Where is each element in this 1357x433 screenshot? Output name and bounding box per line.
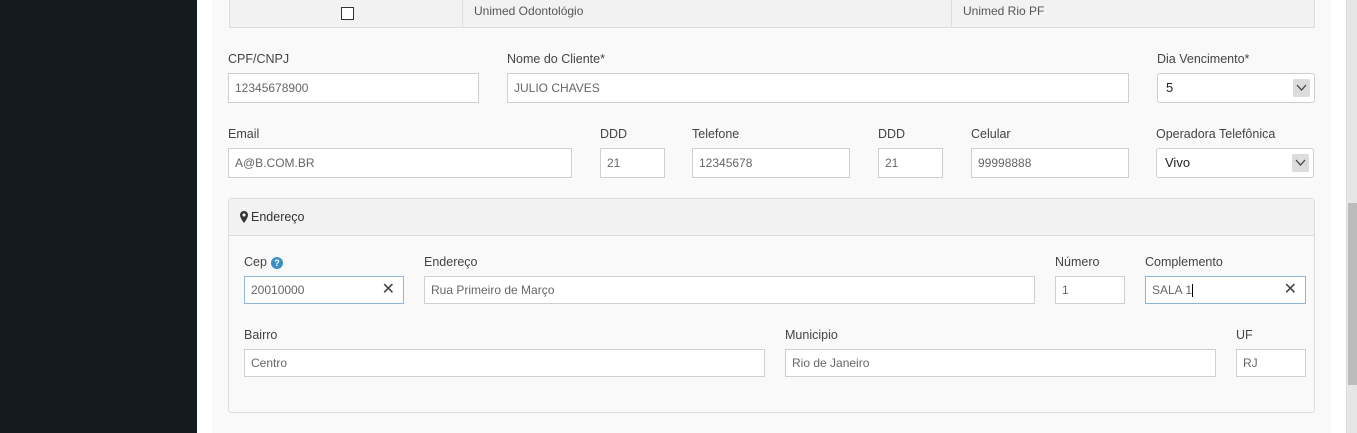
- cpf-value: 12345678900: [235, 81, 309, 95]
- chevron-down-icon: [1293, 79, 1310, 97]
- endereco-panel-header: Endereço: [229, 199, 1314, 236]
- plan-table-row: Unimed Odontológio Unimed Rio PF: [229, 0, 1315, 28]
- operadora-label: Operadora Telefônica: [1156, 127, 1276, 141]
- cep-label-text: Cep: [244, 255, 267, 269]
- operadora-value: Vivo: [1165, 155, 1191, 170]
- uf-input[interactable]: RJ: [1236, 349, 1306, 377]
- ddd-telefone-label: DDD: [600, 127, 628, 141]
- ddd-celular-value: 21: [885, 156, 899, 170]
- numero-label: Número: [1055, 255, 1100, 269]
- complemento-input[interactable]: SALA 1 ✕: [1145, 276, 1306, 304]
- vertical-scrollbar[interactable]: [1346, 0, 1357, 433]
- bairro-input[interactable]: Centro: [244, 349, 765, 377]
- complemento-label: Complemento: [1145, 255, 1223, 269]
- dia-vencimento-label: Dia Vencimento*: [1157, 52, 1250, 66]
- cep-label: Cep?: [244, 255, 283, 269]
- endereco-panel-title: Endereço: [251, 210, 305, 224]
- email-input[interactable]: A@B.COM.BR: [228, 148, 572, 178]
- scrollbar-thumb[interactable]: [1348, 203, 1357, 385]
- plan-name-cell: Unimed Odontológio: [474, 4, 584, 18]
- nome-cliente-value: JULIO CHAVES: [514, 81, 600, 95]
- ddd-celular-label: DDD: [878, 127, 906, 141]
- celular-label: Celular: [971, 127, 1011, 141]
- nome-cliente-input[interactable]: JULIO CHAVES: [507, 73, 1129, 103]
- close-icon[interactable]: ✕: [382, 277, 395, 303]
- left-gutter: [197, 0, 212, 433]
- plan-type-cell: Unimed Rio PF: [963, 4, 1045, 18]
- telefone-value: 12345678: [699, 156, 753, 170]
- email-label: Email: [228, 127, 260, 141]
- telefone-input[interactable]: 12345678: [692, 148, 850, 178]
- dia-vencimento-select[interactable]: 5: [1157, 73, 1315, 103]
- bairro-value: Centro: [251, 356, 288, 370]
- cpf-label: CPF/CNPJ: [228, 52, 290, 66]
- chevron-down-icon: [1292, 154, 1309, 172]
- numero-input[interactable]: 1: [1055, 276, 1125, 304]
- ddd-telefone-value: 21: [607, 156, 621, 170]
- endereco-label: Endereço: [424, 255, 478, 269]
- question-circle-icon[interactable]: ?: [270, 257, 283, 269]
- celular-input[interactable]: 99998888: [971, 148, 1129, 178]
- telefone-label: Telefone: [692, 127, 740, 141]
- dia-vencimento-value: 5: [1166, 80, 1174, 95]
- select-checkbox[interactable]: [341, 7, 354, 20]
- endereco-input[interactable]: Rua Primeiro de Março: [424, 276, 1035, 304]
- column-divider: [951, 0, 952, 27]
- email-value: A@B.COM.BR: [235, 156, 315, 170]
- municipio-label: Municipio: [785, 328, 838, 342]
- cpf-input[interactable]: 12345678900: [228, 73, 479, 103]
- close-icon[interactable]: ✕: [1284, 277, 1297, 303]
- complemento-value: SALA 1: [1152, 283, 1193, 297]
- numero-value: 1: [1062, 283, 1069, 297]
- endereco-value: Rua Primeiro de Março: [431, 283, 555, 297]
- left-dark-panel: [0, 0, 197, 433]
- uf-value: RJ: [1243, 356, 1258, 370]
- municipio-input[interactable]: Rio de Janeiro: [785, 349, 1216, 377]
- text-cursor: [1192, 284, 1194, 298]
- map-marker-icon: [240, 211, 248, 223]
- ddd-celular-input[interactable]: 21: [878, 148, 943, 178]
- endereco-panel: Endereço: [228, 198, 1315, 413]
- bairro-label: Bairro: [244, 328, 278, 342]
- uf-label: UF: [1236, 328, 1253, 342]
- select-cell: [230, 0, 463, 27]
- operadora-select[interactable]: Vivo: [1156, 148, 1314, 178]
- ddd-telefone-input[interactable]: 21: [600, 148, 665, 178]
- cep-input[interactable]: 20010000 ✕: [244, 276, 404, 304]
- celular-value: 99998888: [978, 156, 1032, 170]
- right-gutter: [1331, 0, 1346, 433]
- cep-value: 20010000: [251, 283, 305, 297]
- municipio-value: Rio de Janeiro: [792, 356, 870, 370]
- nome-cliente-label: Nome do Cliente*: [507, 52, 605, 66]
